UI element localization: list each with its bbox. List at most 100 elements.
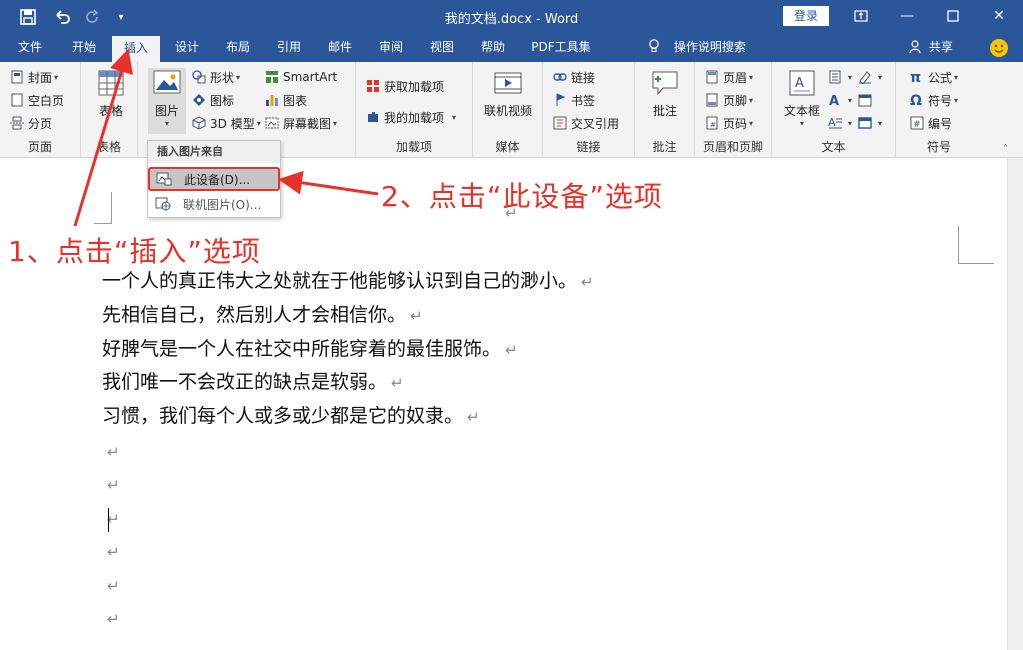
shapes-icon: [192, 70, 206, 84]
annotation-step-2: 2、点击“此设备”选项: [381, 180, 663, 213]
table-icon: [95, 68, 127, 98]
equation-label: 公式: [928, 70, 953, 85]
shapes-button[interactable]: 形状 ▾: [192, 67, 240, 87]
minimize-icon[interactable]: —: [884, 3, 930, 29]
online-pictures-option[interactable]: 联机图片(O)...: [149, 193, 279, 215]
cross-reference-button[interactable]: 交叉引用: [553, 113, 619, 133]
icons-button[interactable]: 图标: [192, 90, 234, 110]
object-icon: [858, 116, 872, 130]
text-box-button[interactable]: A 文本框 ▾: [780, 68, 824, 128]
tab-references[interactable]: 引用: [267, 33, 311, 62]
tab-help[interactable]: 帮助: [471, 33, 515, 62]
cover-page-button[interactable]: 封面 ▾: [10, 67, 58, 87]
paragraph-line[interactable]: 先相信自己，然后别人才会相信你。 ↵: [102, 302, 423, 328]
customize-quick-access-icon[interactable]: ▾: [112, 6, 130, 28]
tab-file[interactable]: 文件: [8, 33, 52, 62]
online-video-button[interactable]: 联机视频: [481, 68, 535, 119]
tab-mailings[interactable]: 邮件: [318, 33, 362, 62]
table-button[interactable]: 表格: [91, 68, 131, 119]
calendar-icon: [858, 93, 872, 107]
page-break-button[interactable]: 分页: [10, 113, 52, 133]
equation-button[interactable]: π 公式 ▾: [910, 67, 958, 87]
close-icon[interactable]: ✕: [976, 3, 1022, 29]
vertical-scrollbar[interactable]: [1007, 158, 1023, 650]
text-box-icon: A: [786, 68, 818, 98]
signature-icon: [858, 70, 872, 85]
3d-model-icon: [192, 116, 206, 130]
group-addins: 获取加载项 我的加载项 ▾ 加载项: [356, 62, 473, 158]
blank-page-icon: [10, 93, 24, 107]
number-button[interactable]: # 编号: [910, 113, 952, 133]
tab-insert[interactable]: 插入: [112, 36, 160, 62]
group-symbols: π 公式 ▾ Ω 符号 ▾ # 编号 符号: [896, 62, 982, 158]
group-label-links: 链接: [576, 140, 601, 154]
crop-mark-top-right: [958, 226, 994, 264]
save-icon[interactable]: [16, 6, 40, 28]
tab-view[interactable]: 视图: [420, 33, 464, 62]
header-button[interactable]: 页眉 ▾: [705, 67, 753, 87]
symbol-label: 符号: [928, 93, 953, 108]
tab-review[interactable]: 审阅: [369, 33, 413, 62]
share-label: 共享: [928, 40, 953, 54]
blank-page-button[interactable]: 空白页: [10, 90, 64, 110]
screenshot-button[interactable]: 屏幕截图 ▾: [265, 113, 337, 133]
get-addins-button[interactable]: 获取加载项: [366, 76, 444, 96]
bookmark-button[interactable]: 书签: [553, 90, 595, 110]
cross-reference-label: 交叉引用: [571, 116, 620, 131]
wordart-button[interactable]: A ▾: [828, 90, 852, 110]
cover-page-label: 封面: [28, 70, 53, 85]
login-button[interactable]: 登录: [783, 6, 829, 26]
signature-line-button[interactable]: ▾: [858, 67, 882, 87]
smartart-label: SmartArt: [283, 70, 338, 84]
symbol-button[interactable]: Ω 符号 ▾: [910, 90, 958, 110]
tab-pdf-tools[interactable]: PDF工具集: [524, 33, 598, 62]
drop-cap-icon: A: [828, 116, 842, 130]
chart-button[interactable]: 图表: [265, 90, 307, 110]
ribbon-display-options-icon[interactable]: [838, 3, 884, 29]
tab-design[interactable]: 设计: [165, 33, 209, 62]
text-box-label: 文本框: [783, 104, 820, 118]
tell-me-search[interactable]: 操作说明搜索: [648, 33, 746, 62]
omega-icon: Ω: [910, 93, 922, 109]
this-device-option[interactable]: 此设备(D)...: [148, 167, 280, 191]
empty-paragraph-mark: ↵: [107, 610, 120, 628]
paragraph-line[interactable]: 我们唯一不会改正的缺点是软弱。 ↵: [102, 369, 404, 395]
annotation-step-1: 1、点击“插入”选项: [8, 235, 261, 268]
paragraph-line[interactable]: 习惯，我们每个人或多或少都是它的奴隶。 ↵: [102, 403, 480, 429]
link-button[interactable]: 链接: [553, 67, 595, 87]
picture-button[interactable]: 图片 ▾: [148, 68, 186, 134]
new-comment-button[interactable]: 批注: [643, 68, 687, 119]
feedback-smiley-icon[interactable]: [990, 39, 1008, 57]
maximize-icon[interactable]: [930, 3, 976, 29]
drop-cap-button[interactable]: A ▾: [828, 113, 852, 133]
undo-icon[interactable]: [48, 6, 78, 28]
smartart-button[interactable]: SmartArt: [265, 67, 337, 87]
insert-picture-dropdown: 插入图片来自 此设备(D)... 联机图片(O)...: [147, 140, 281, 218]
date-time-button[interactable]: [858, 90, 876, 110]
svg-text:#: #: [710, 121, 716, 129]
footer-button[interactable]: 页脚 ▾: [705, 90, 753, 110]
picture-label: 图片: [154, 104, 179, 118]
empty-paragraph-mark: ↵: [107, 443, 120, 461]
share-button[interactable]: 共享: [909, 33, 953, 62]
group-text: A 文本框 ▾ ▾ A ▾ A ▾ ▾ ▾ 文本: [772, 62, 896, 158]
header-label: 页眉: [723, 70, 748, 85]
object-button[interactable]: ▾: [858, 113, 882, 133]
page-break-label: 分页: [28, 116, 53, 131]
my-addins-button[interactable]: 我的加载项 ▾: [366, 107, 456, 127]
icons-icon: [192, 93, 206, 107]
paragraph-line[interactable]: 好脾气是一个人在社交中所能穿着的最佳服饰。 ↵: [102, 336, 518, 362]
collapse-ribbon-icon[interactable]: ˄: [1003, 144, 1008, 155]
cover-page-icon: [10, 70, 24, 84]
tab-home[interactable]: 开始: [62, 33, 106, 62]
page-number-button[interactable]: # 页码 ▾: [705, 113, 753, 133]
footer-icon: [705, 93, 719, 107]
3d-model-button[interactable]: 3D 模型 ▾: [192, 113, 261, 133]
paragraph-line[interactable]: 一个人的真正伟大之处就在于他能够认识到自己的渺小。 ↵: [102, 268, 594, 294]
quick-parts-button[interactable]: ▾: [828, 67, 852, 87]
3d-model-label: 3D 模型: [210, 116, 255, 131]
shapes-label: 形状: [210, 70, 235, 85]
tab-layout[interactable]: 布局: [216, 33, 260, 62]
online-video-label: 联机视频: [483, 104, 532, 118]
redo-icon[interactable]: [82, 6, 104, 28]
